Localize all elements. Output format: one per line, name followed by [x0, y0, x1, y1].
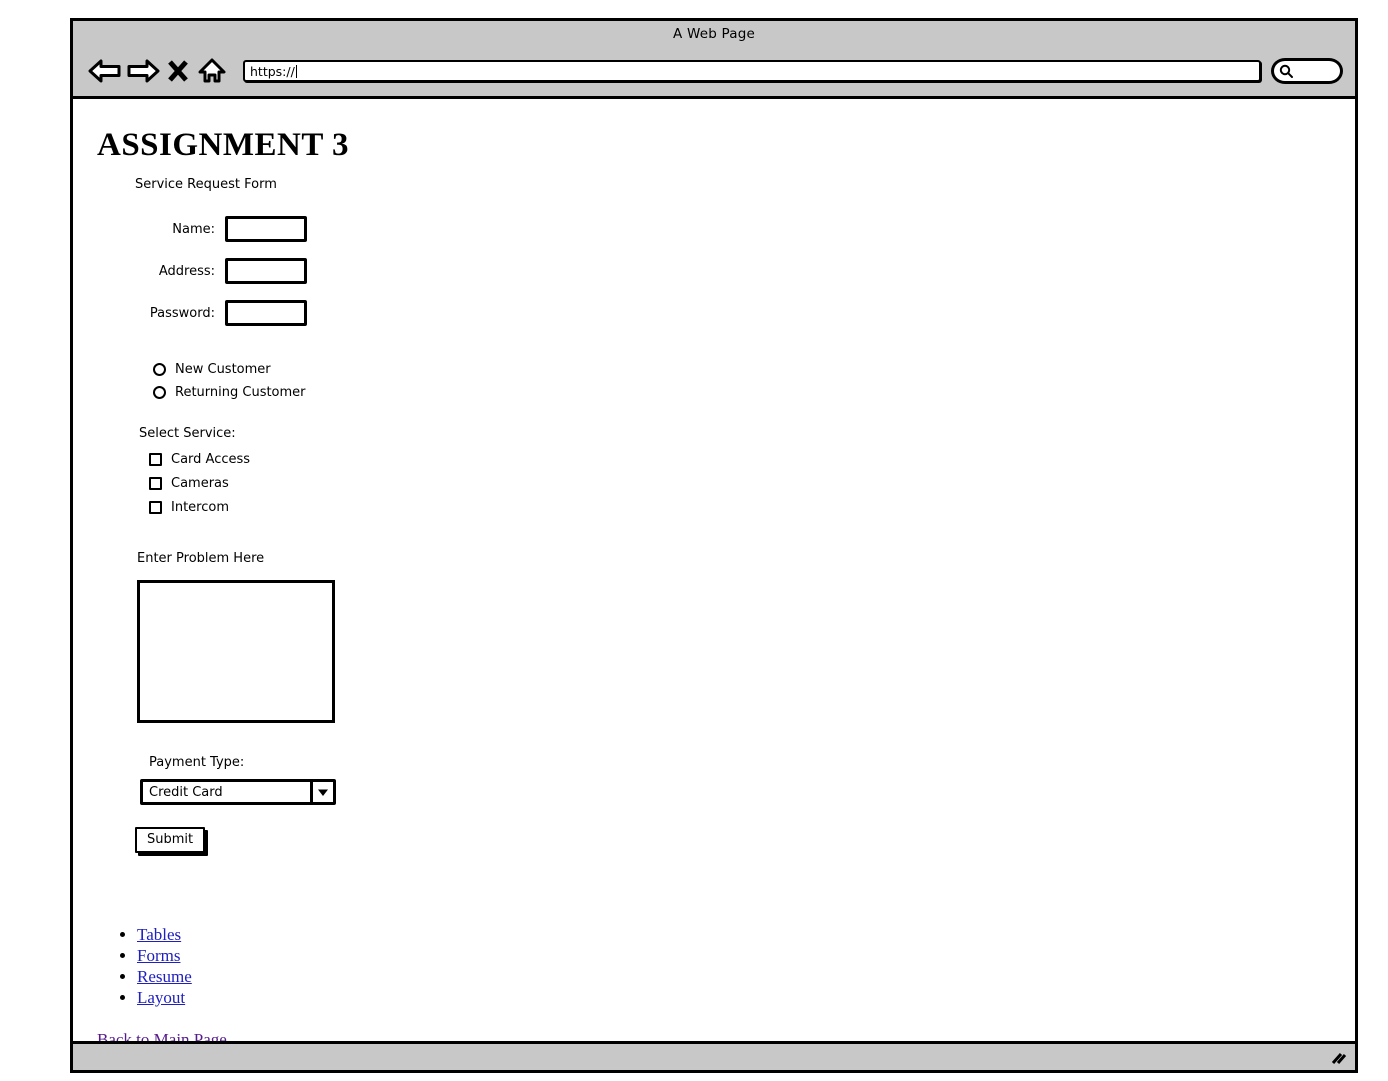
resize-grip-icon[interactable] — [1329, 1050, 1347, 1066]
status-bar — [73, 1041, 1355, 1070]
address-label: Address: — [158, 263, 215, 279]
search-icon — [1279, 64, 1293, 78]
checkbox-cameras[interactable]: Cameras — [149, 476, 1355, 491]
field-row-password: Password: — [95, 294, 1355, 332]
customer-type-radio-group: New Customer Returning Customer — [153, 362, 1355, 400]
browser-toolbar: https:// — [73, 47, 1355, 95]
page-link-list: Tables Forms Resume Layout — [107, 925, 1355, 1008]
page-viewport: ASSIGNMENT 3 Service Request Form Name: … — [73, 99, 1355, 1041]
forward-arrow-icon[interactable] — [125, 54, 161, 88]
text-caret — [295, 64, 297, 78]
payment-type-label: Payment Type: — [149, 755, 245, 770]
page-title: ASSIGNMENT 3 — [97, 127, 350, 163]
url-input[interactable]: https:// — [243, 60, 1261, 82]
radio-new-customer[interactable]: New Customer — [153, 362, 1355, 377]
checkbox-square-icon — [149, 477, 162, 490]
problem-heading: Enter Problem Here — [137, 551, 265, 566]
field-row-name: Name: — [95, 210, 1355, 248]
checkbox-label-intercom: Intercom — [171, 500, 229, 515]
checkbox-square-icon — [149, 453, 162, 466]
checkbox-intercom[interactable]: Intercom — [149, 500, 1355, 515]
home-icon[interactable] — [195, 54, 229, 88]
browser-window-mockup: A Web Page https:// ASSIGNMENT 3 Service… — [70, 18, 1358, 1073]
checkbox-square-icon — [149, 501, 162, 514]
field-row-address: Address: — [95, 252, 1355, 290]
radio-label-new-customer: New Customer — [175, 362, 271, 377]
payment-type-select[interactable]: Credit Card — [140, 779, 336, 805]
payment-type-value: Credit Card — [149, 784, 223, 800]
radio-circle-icon — [153, 363, 166, 376]
link-back-to-main-page[interactable]: Back to Main Page — [97, 1030, 227, 1041]
checkbox-card-access[interactable]: Card Access — [149, 452, 1355, 467]
list-item: Forms — [137, 946, 1355, 966]
back-link-container: Back to Main Page — [97, 1030, 1355, 1041]
url-text: https:// — [250, 63, 295, 79]
search-input[interactable] — [1271, 58, 1343, 84]
list-item: Resume — [137, 967, 1355, 987]
password-input[interactable] — [225, 300, 307, 326]
link-resume[interactable]: Resume — [137, 967, 192, 986]
password-label: Password: — [149, 305, 215, 321]
form-subtitle: Service Request Form — [135, 177, 277, 192]
name-input[interactable] — [225, 216, 307, 242]
back-arrow-icon[interactable] — [87, 54, 123, 88]
address-input[interactable] — [225, 258, 307, 284]
page-content: ASSIGNMENT 3 Service Request Form Name: … — [73, 99, 1355, 1041]
link-forms[interactable]: Forms — [137, 946, 180, 965]
form-fields: Name: Address: Password: — [95, 210, 1355, 332]
checkbox-label-card-access: Card Access — [171, 452, 251, 467]
name-label: Name: — [172, 221, 215, 237]
problem-textarea[interactable] — [137, 580, 335, 723]
stop-x-icon[interactable] — [163, 54, 193, 88]
checkbox-label-cameras: Cameras — [171, 476, 229, 491]
radio-circle-icon — [153, 386, 166, 399]
list-item: Tables — [137, 925, 1355, 945]
submit-button[interactable]: Submit — [135, 827, 206, 853]
select-service-heading: Select Service: — [139, 426, 236, 441]
radio-returning-customer[interactable]: Returning Customer — [153, 385, 1355, 400]
link-layout[interactable]: Layout — [137, 988, 185, 1007]
link-tables[interactable]: Tables — [137, 925, 181, 944]
browser-chrome: A Web Page https:// — [73, 21, 1355, 99]
services-checkbox-group: Card Access Cameras Intercom — [149, 452, 1355, 515]
window-title: A Web Page — [673, 26, 755, 42]
radio-label-returning-customer: Returning Customer — [175, 385, 306, 400]
chevron-down-icon[interactable] — [310, 782, 333, 802]
list-item: Layout — [137, 988, 1355, 1008]
